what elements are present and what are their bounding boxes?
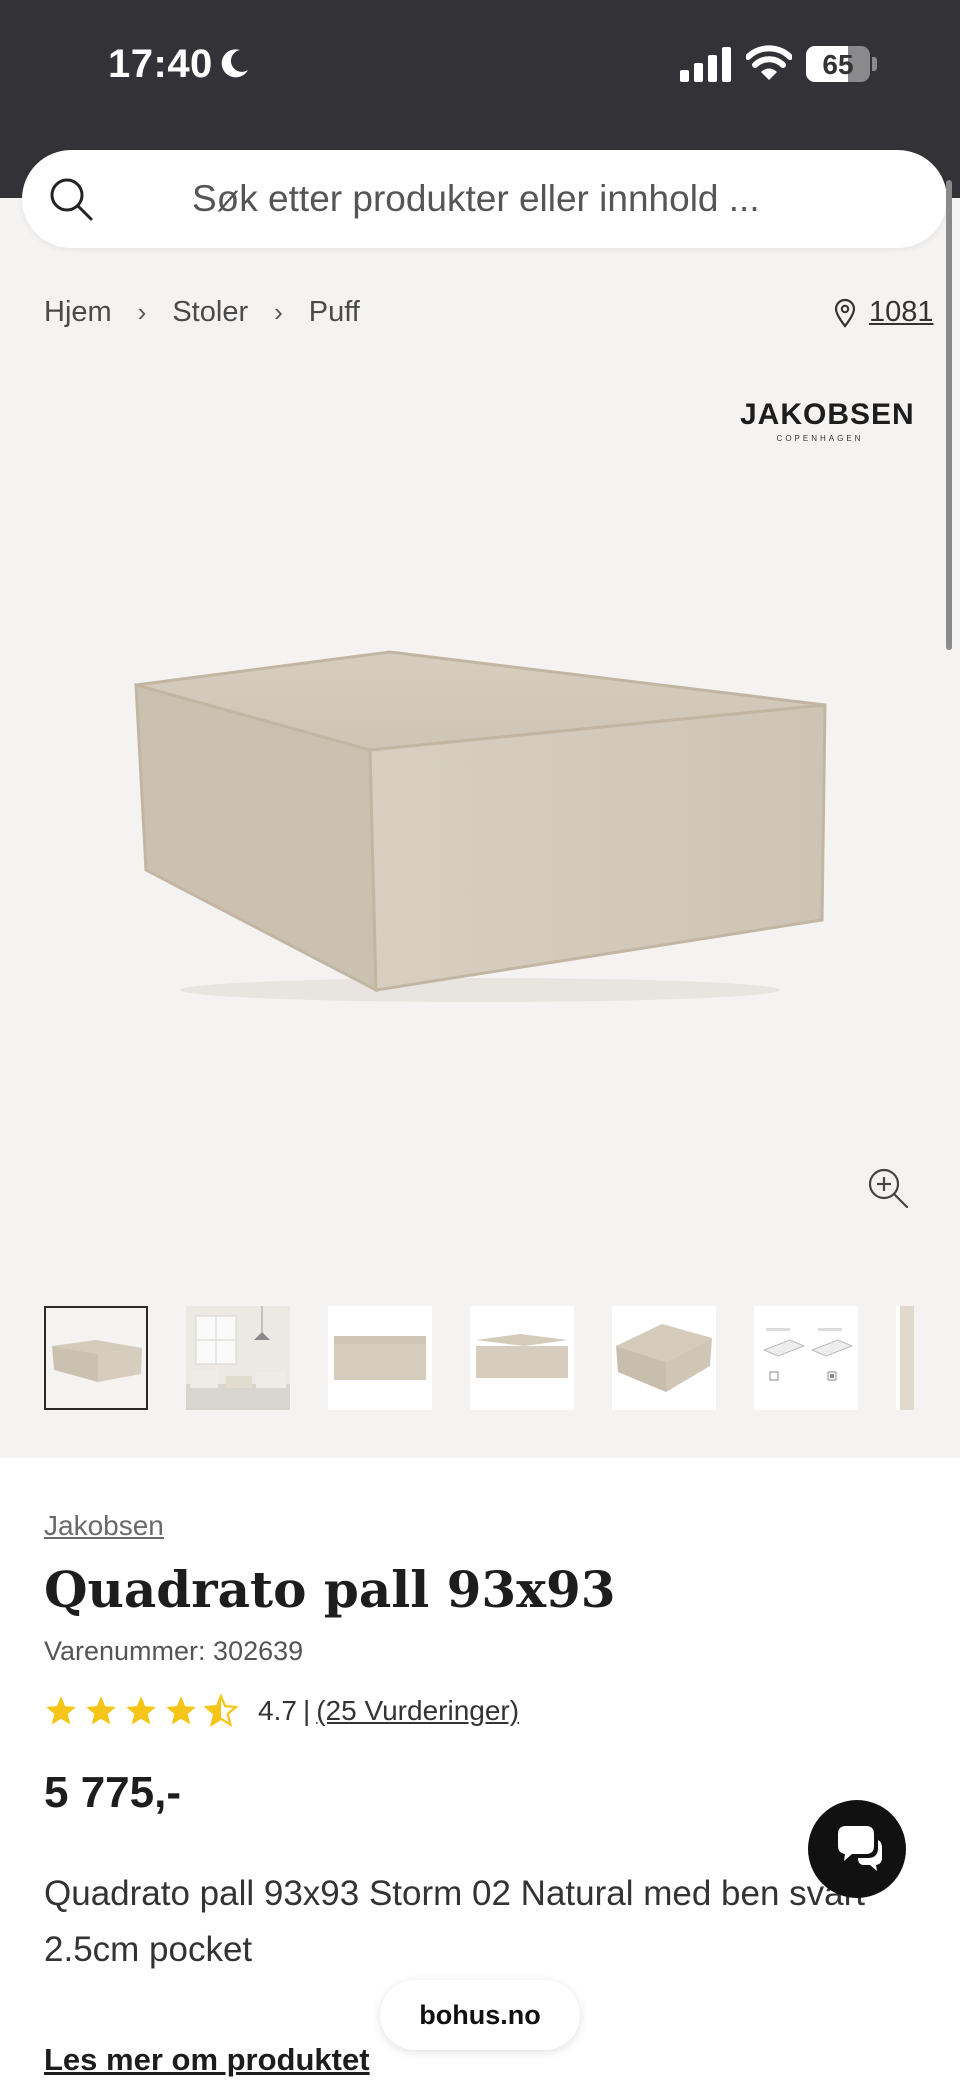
brand-logo-sub: COPENHAGEN: [776, 434, 864, 443]
product-title: Quadrato pall 93x93: [44, 1560, 616, 1619]
browser-url-pill[interactable]: bohus.no: [380, 1980, 580, 2050]
search-bar[interactable]: Søk etter produkter eller innhold ...: [22, 150, 947, 248]
thumbnail[interactable]: [470, 1306, 574, 1410]
moon-icon: [221, 49, 248, 78]
star-icon: [126, 1696, 156, 1725]
star-icon: [46, 1696, 76, 1725]
zoom-in-icon[interactable]: [866, 1166, 910, 1210]
search-input[interactable]: Søk etter produkter eller innhold ...: [192, 178, 760, 220]
rating-separator: |: [302, 1695, 311, 1726]
read-more-link[interactable]: Les mer om produktet: [44, 2042, 370, 2078]
thumbnail[interactable]: [44, 1306, 148, 1410]
reviews-link[interactable]: (25 Vurderinger): [316, 1695, 519, 1727]
breadcrumb-item-stoler[interactable]: Stoler: [172, 296, 248, 329]
thumbnail[interactable]: [896, 1306, 914, 1410]
thumbnail[interactable]: [186, 1306, 290, 1410]
thumbnail[interactable]: [612, 1306, 716, 1410]
battery-level: 65: [822, 49, 854, 80]
rating-value: 4.7: [258, 1695, 297, 1726]
product-price: 5 775,-: [44, 1768, 181, 1817]
status-time: 17:40: [108, 42, 213, 86]
scrollbar[interactable]: [946, 180, 952, 650]
star-icon: [166, 1696, 196, 1725]
search-icon: [50, 178, 93, 221]
breadcrumb-item-puff[interactable]: Puff: [309, 296, 360, 329]
wifi-icon: [746, 45, 792, 80]
thumbnail-strip: [44, 1306, 914, 1410]
store-selector[interactable]: 1081: [833, 296, 934, 329]
breadcrumb-item-hjem[interactable]: Hjem: [44, 296, 112, 329]
breadcrumb: Hjem › Stoler › Puff: [44, 296, 360, 329]
product-image[interactable]: [120, 630, 840, 1010]
chat-button[interactable]: [808, 1800, 906, 1898]
product-sku: Varenummer: 302639: [44, 1636, 304, 1666]
battery-indicator: 65: [806, 46, 870, 82]
star-half-icon: [204, 1694, 238, 1728]
store-number[interactable]: 1081: [869, 296, 934, 329]
battery-tip: [872, 57, 877, 71]
cellular-signal-icon: [680, 47, 731, 82]
product-rating[interactable]: 4.7 | (25 Vurderinger): [44, 1694, 519, 1728]
chat-bubbles-icon: [838, 1826, 882, 1871]
chevron-right-icon: ›: [137, 297, 147, 327]
thumbnail[interactable]: [328, 1306, 432, 1410]
product-description: Quadrato pall 93x93 Storm 02 Natural med…: [44, 1874, 865, 1969]
brand-logo: JAKOBSEN COPENHAGEN: [740, 398, 915, 443]
star-icon: [86, 1696, 116, 1725]
location-pin-icon: [834, 298, 856, 328]
brand-logo-main: JAKOBSEN: [740, 398, 915, 431]
thumbnail[interactable]: [754, 1306, 858, 1410]
brand-link[interactable]: Jakobsen: [44, 1510, 164, 1542]
chevron-right-icon: ›: [274, 297, 283, 327]
